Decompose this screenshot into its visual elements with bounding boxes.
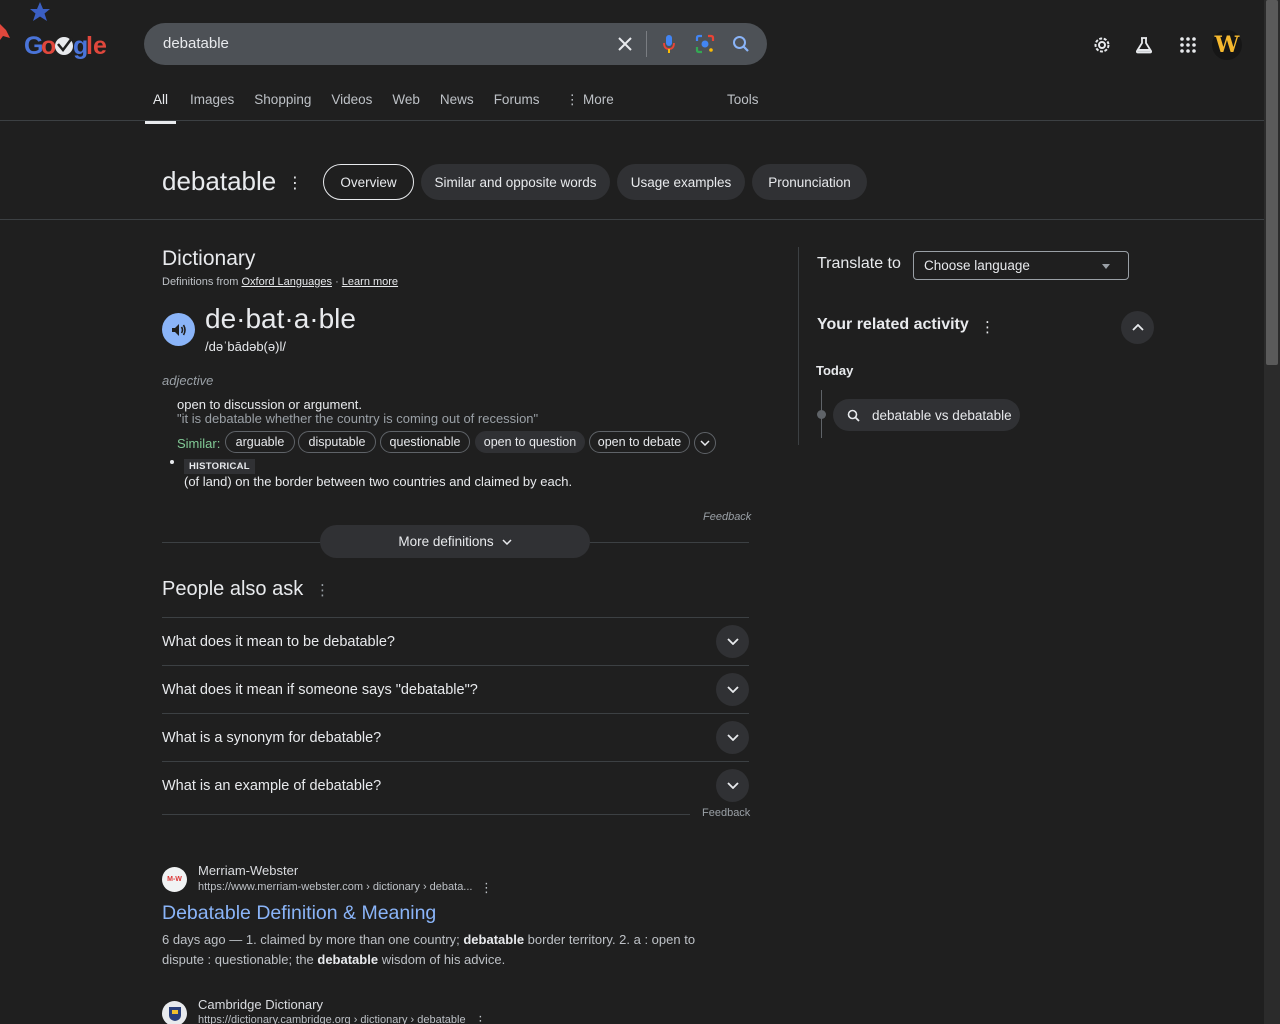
search-divider bbox=[646, 31, 647, 57]
microphone-icon[interactable] bbox=[659, 33, 679, 55]
paa-question-text: What does it mean if someone says "debat… bbox=[162, 681, 478, 698]
snippet-bold: debatable bbox=[317, 952, 379, 967]
pronunciation-speaker-button[interactable] bbox=[162, 313, 195, 346]
paa-question-text: What does it mean to be debatable? bbox=[162, 633, 395, 650]
chevron-up-icon bbox=[1131, 324, 1144, 331]
result-url[interactable]: https://www.merriam-webster.com › dictio… bbox=[198, 881, 472, 893]
phonetic: /dəˈbādəb(ə)l/ bbox=[205, 339, 286, 354]
paa-question-text: What is a synonym for debatable? bbox=[162, 729, 382, 746]
part-of-speech: adjective bbox=[162, 373, 214, 388]
right-panel-divider bbox=[798, 247, 799, 445]
dictionary-source: Definitions from Oxford Languages · Lear… bbox=[162, 276, 398, 288]
oxford-languages-link[interactable]: Oxford Languages bbox=[241, 276, 332, 288]
language-select[interactable]: Choose language bbox=[913, 251, 1129, 280]
more-definitions-label: More definitions bbox=[398, 534, 494, 549]
historical-badge: HISTORICAL bbox=[184, 459, 255, 474]
snippet-part: wisdom of his advice. bbox=[378, 952, 506, 967]
result-site-name[interactable]: Cambridge Dictionary bbox=[198, 997, 323, 1012]
scrollbar-thumb[interactable] bbox=[1266, 0, 1278, 365]
timeline-dot bbox=[817, 410, 826, 419]
google-logo[interactable]: G o g le bbox=[0, 0, 110, 70]
chip-usage-examples[interactable]: Usage examples bbox=[617, 164, 745, 200]
snippet-dash: — bbox=[225, 932, 246, 947]
chevron-down-icon bbox=[716, 769, 749, 802]
headword: de·bat·a·ble bbox=[205, 303, 356, 334]
paa-question[interactable]: What is a synonym for debatable? bbox=[162, 713, 749, 761]
svg-text:le: le bbox=[86, 32, 107, 60]
chevron-down-icon bbox=[716, 625, 749, 658]
dictionary-title: Dictionary bbox=[162, 247, 256, 270]
related-activity-options-icon[interactable]: ⋮ bbox=[980, 318, 995, 336]
clear-icon[interactable] bbox=[614, 33, 636, 55]
chip-pronunciation[interactable]: Pronunciation bbox=[752, 164, 867, 200]
result-site-name[interactable]: Merriam-Webster bbox=[198, 863, 298, 878]
definition: open to discussion or argument. bbox=[177, 397, 362, 412]
tabs-divider bbox=[0, 120, 1264, 121]
paa-question[interactable]: What is an example of debatable? bbox=[162, 761, 749, 809]
related-search-text: debatable vs debatable bbox=[872, 407, 1012, 423]
labs-flask-icon[interactable] bbox=[1133, 34, 1155, 56]
search-icon bbox=[847, 409, 860, 422]
related-search-chip[interactable]: debatable vs debatable bbox=[833, 399, 1020, 431]
chip-similar-opposite[interactable]: Similar and opposite words bbox=[421, 164, 610, 200]
cambridge-favicon bbox=[162, 1001, 187, 1024]
paa-feedback-link[interactable]: Feedback bbox=[702, 807, 750, 819]
paa-question-text: What is an example of debatable? bbox=[162, 777, 382, 794]
similar-chip-open-to-debate[interactable]: open to debate bbox=[589, 431, 690, 453]
chevron-down-icon bbox=[502, 538, 512, 545]
similar-chip-disputable[interactable]: disputable bbox=[298, 431, 376, 453]
snippet-part: 1. claimed by more than one country; bbox=[245, 932, 464, 947]
paa-question[interactable]: What does it mean if someone says "debat… bbox=[162, 665, 749, 713]
tools-button[interactable]: Tools bbox=[727, 92, 759, 107]
more-vert-icon: ⋮ bbox=[565, 92, 579, 107]
related-activity-title: Your related activity bbox=[817, 316, 969, 333]
word-title: debatable bbox=[162, 166, 277, 196]
similar-chip-arguable[interactable]: arguable bbox=[225, 431, 295, 453]
snippet-bold: debatable bbox=[463, 932, 525, 947]
merriam-webster-favicon: M-W bbox=[162, 867, 187, 892]
chevron-down-icon bbox=[716, 721, 749, 754]
speaker-icon bbox=[171, 323, 186, 336]
source-prefix: Definitions from bbox=[162, 276, 239, 288]
result-options-icon[interactable]: ⋮ bbox=[480, 880, 493, 896]
expand-similar-button[interactable] bbox=[694, 432, 716, 454]
similar-chip-questionable[interactable]: questionable bbox=[380, 431, 470, 453]
result-title-link[interactable]: Debatable Definition & Meaning bbox=[162, 902, 436, 925]
dropdown-arrow-icon bbox=[1102, 264, 1110, 269]
chip-overview[interactable]: Overview bbox=[323, 164, 414, 200]
dictionary-feedback-link[interactable]: Feedback bbox=[703, 511, 751, 523]
result-options-icon[interactable]: ⋮ bbox=[474, 1013, 487, 1024]
people-also-ask-title: People also ask bbox=[162, 578, 304, 600]
bullet bbox=[170, 460, 174, 464]
result-url[interactable]: https://dictionary.cambridge.org › dicti… bbox=[198, 1014, 466, 1024]
result-date: 6 days ago bbox=[162, 932, 226, 947]
result-snippet: 6 days ago — 1. claimed by more than one… bbox=[162, 930, 702, 970]
apps-grid-icon[interactable] bbox=[1177, 34, 1199, 56]
similar-label: Similar: bbox=[177, 436, 221, 451]
svg-text:o: o bbox=[41, 32, 56, 60]
translate-label: Translate to bbox=[817, 255, 901, 272]
chevron-down-icon bbox=[700, 440, 710, 446]
word-header-divider bbox=[0, 219, 1264, 220]
more-definitions-button[interactable]: More definitions bbox=[320, 525, 590, 558]
paa-question[interactable]: What does it mean to be debatable? bbox=[162, 617, 749, 665]
search-icon[interactable] bbox=[730, 33, 752, 55]
definition-historical: (of land) on the border between two coun… bbox=[184, 474, 573, 489]
account-avatar[interactable]: W bbox=[1212, 30, 1242, 60]
language-select-value: Choose language bbox=[924, 258, 1030, 273]
activity-date-heading: Today bbox=[816, 363, 854, 378]
paa-options-icon[interactable]: ⋮ bbox=[315, 581, 330, 599]
paa-divider bbox=[162, 814, 690, 815]
collapse-button[interactable] bbox=[1121, 311, 1154, 344]
learn-more-link[interactable]: Learn more bbox=[342, 276, 398, 288]
similar-chip-open-to-question[interactable]: open to question bbox=[475, 431, 585, 453]
example-sentence: "it is debatable whether the country is … bbox=[177, 411, 539, 426]
lens-icon[interactable] bbox=[694, 33, 716, 55]
search-input[interactable]: debatable bbox=[163, 35, 229, 52]
source-separator: · bbox=[335, 276, 339, 288]
tab-more-label: More bbox=[582, 92, 614, 107]
chevron-down-icon bbox=[716, 673, 749, 706]
settings-gear-icon[interactable] bbox=[1091, 34, 1113, 56]
word-options-icon[interactable]: ⋮ bbox=[287, 173, 303, 193]
